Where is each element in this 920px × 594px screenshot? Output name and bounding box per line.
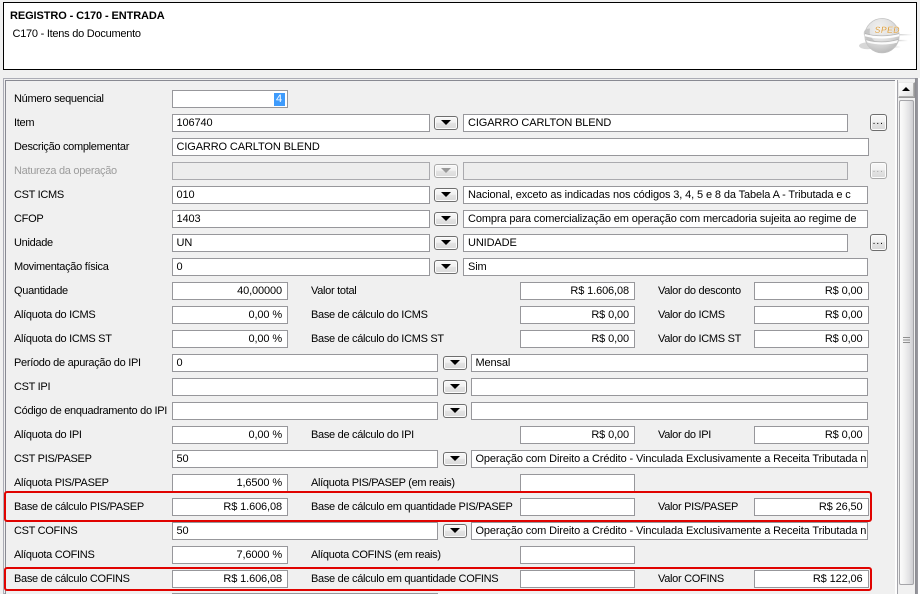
svg-text:SPED: SPED [875, 25, 901, 35]
